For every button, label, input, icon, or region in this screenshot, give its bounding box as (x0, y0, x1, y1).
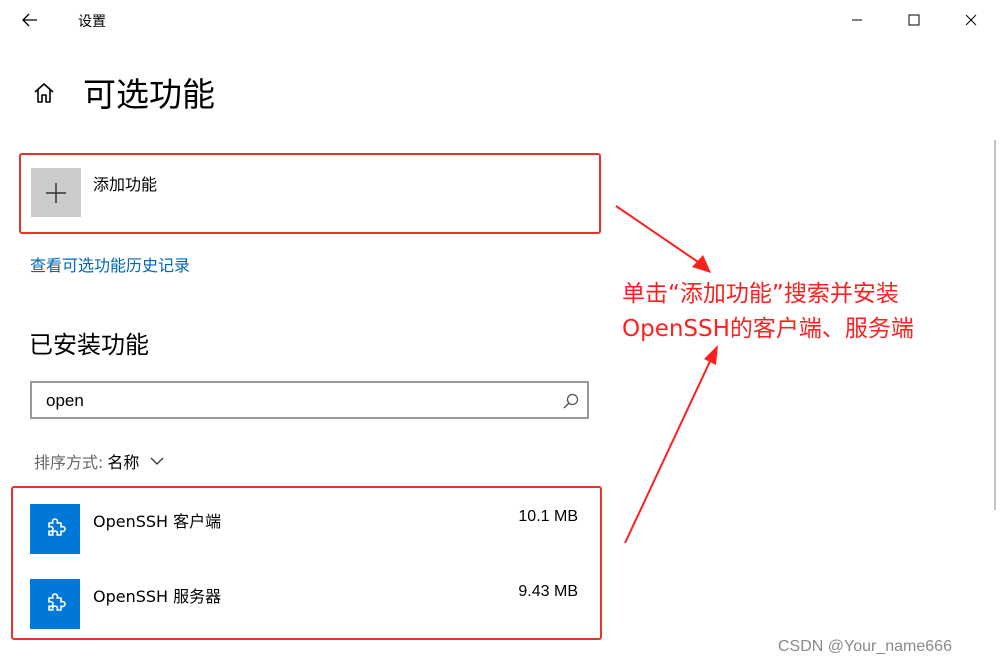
scrollbar[interactable] (994, 140, 996, 510)
puzzle-piece-icon (30, 504, 80, 554)
back-arrow-icon (22, 13, 37, 27)
app-title: 设置 (78, 14, 106, 30)
close-icon (965, 14, 977, 26)
maximize-button[interactable] (894, 6, 934, 34)
plus-icon (46, 182, 66, 203)
search-box (30, 381, 589, 419)
back-button[interactable] (14, 6, 46, 34)
annotation-text: 单击“添加功能”搜索并安装 OpenSSH的客户端、服务端 (622, 277, 914, 347)
minimize-icon (852, 19, 862, 21)
add-feature-button[interactable]: 添加功能 (20, 154, 600, 234)
feature-size: 10.1 MB (518, 508, 578, 525)
annotation-line-1: 单击“添加功能”搜索并安装 (622, 281, 899, 307)
maximize-icon (908, 14, 920, 26)
chevron-down-icon (150, 457, 164, 465)
list-item[interactable]: OpenSSH 客户端 10.1 MB (12, 504, 602, 574)
home-button[interactable] (28, 77, 60, 109)
installed-features-heading: 已安装功能 (29, 331, 149, 359)
add-feature-tile (31, 168, 81, 217)
close-button[interactable] (951, 6, 991, 34)
list-item[interactable]: OpenSSH 服务器 9.43 MB (12, 579, 602, 649)
home-icon (34, 83, 54, 103)
title-bar: 设置 (0, 0, 1000, 40)
search-input[interactable] (46, 390, 536, 412)
feature-history-link[interactable]: 查看可选功能历史记录 (30, 252, 190, 276)
sort-dropdown[interactable]: 排序方式: 名称 (34, 449, 165, 473)
search-icon[interactable] (562, 392, 580, 410)
sort-label: 排序方式: (34, 453, 104, 472)
watermark: CSDN @Your_name666 (778, 638, 952, 655)
feature-name: OpenSSH 客户端 (93, 512, 222, 531)
page-title: 可选功能 (83, 75, 215, 114)
add-feature-label: 添加功能 (93, 175, 158, 194)
minimize-button[interactable] (837, 6, 877, 34)
feature-size: 9.43 MB (518, 583, 578, 600)
annotation-line-2: OpenSSH的客户端、服务端 (622, 316, 914, 342)
installed-features-list: OpenSSH 客户端 10.1 MB OpenSSH 服务器 9.43 MB (12, 486, 602, 640)
sort-value: 名称 (107, 453, 140, 472)
puzzle-piece-icon (30, 579, 80, 629)
feature-name: OpenSSH 服务器 (93, 587, 222, 606)
